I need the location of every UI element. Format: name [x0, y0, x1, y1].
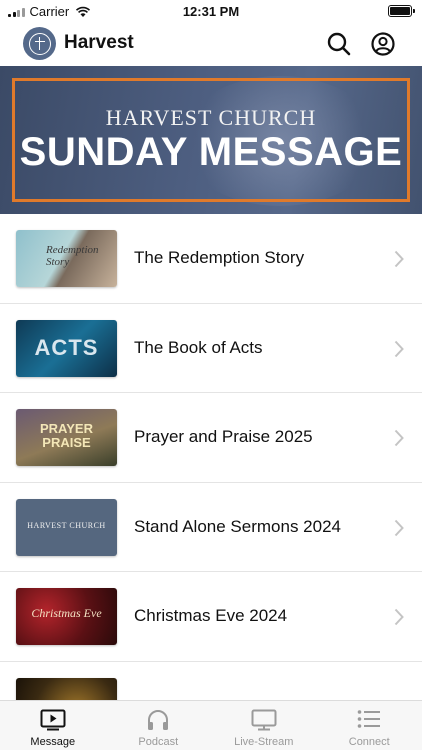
chevron-right-icon	[394, 429, 404, 447]
series-title: Christmas Eve 2024	[134, 606, 288, 625]
app-title: Harvest	[64, 32, 134, 53]
tab-live-stream[interactable]: Live-Stream	[211, 701, 317, 750]
list-item[interactable]: Christmas Eve Christmas Eve 2024	[0, 572, 422, 662]
list-item[interactable]: HARVEST CHURCH Stand Alone Sermons 2024	[0, 482, 422, 572]
status-bar: Carrier 12:31 PM	[0, 0, 422, 22]
series-list: Redemption Story The Redemption Story AC…	[0, 214, 422, 750]
series-title: Prayer and Praise 2025	[134, 427, 313, 446]
status-time: 12:31 PM	[182, 4, 240, 19]
tab-label: Podcast	[138, 736, 179, 748]
list-item[interactable]: Redemption Story The Redemption Story	[0, 214, 422, 304]
monitor-icon	[251, 709, 277, 731]
list-icon	[357, 710, 381, 728]
tab-bar: Message Podcast Live-Stream Connect	[0, 700, 422, 750]
series-thumbnail: Redemption Story	[16, 230, 117, 287]
user-circle-icon[interactable]	[370, 31, 396, 57]
series-thumbnail: PRAYER PRAISE	[16, 409, 117, 466]
series-thumbnail: Christmas Eve	[16, 588, 117, 645]
tab-label: Message	[30, 736, 76, 748]
series-title: The Redemption Story	[134, 248, 305, 267]
hero-banner[interactable]: HARVEST CHURCH SUNDAY MESSAGE	[0, 66, 422, 214]
tab-message[interactable]: Message	[0, 701, 106, 750]
tab-podcast[interactable]: Podcast	[106, 701, 212, 750]
chevron-right-icon	[394, 519, 404, 536]
battery-icon	[388, 5, 415, 17]
chevron-right-icon	[394, 250, 404, 268]
chevron-right-icon	[394, 608, 404, 626]
cross-circle-icon	[23, 27, 56, 60]
tab-label: Live-Stream	[234, 736, 294, 748]
series-title: The Book of Acts	[134, 337, 263, 357]
chevron-right-icon	[394, 340, 404, 357]
tab-label: Connect	[348, 736, 390, 748]
tv-play-icon	[40, 709, 66, 731]
series-thumbnail: ACTS	[16, 319, 117, 377]
tab-connect[interactable]: Connect	[317, 701, 422, 750]
hero-subtitle: HARVEST CHURCH	[105, 105, 317, 130]
series-title: Stand Alone Sermons 2024	[134, 516, 341, 536]
hero-title: SUNDAY MESSAGE	[19, 130, 403, 174]
search-icon[interactable]	[326, 31, 352, 57]
list-item[interactable]: PRAYER PRAISE Prayer and Praise 2025	[0, 393, 422, 483]
battery-fill	[390, 7, 410, 15]
app-header: Harvest	[0, 22, 422, 66]
headphones-icon	[148, 710, 169, 730]
list-item[interactable]: ACTS The Book of Acts	[0, 303, 422, 393]
series-thumbnail: HARVEST CHURCH	[16, 498, 117, 556]
